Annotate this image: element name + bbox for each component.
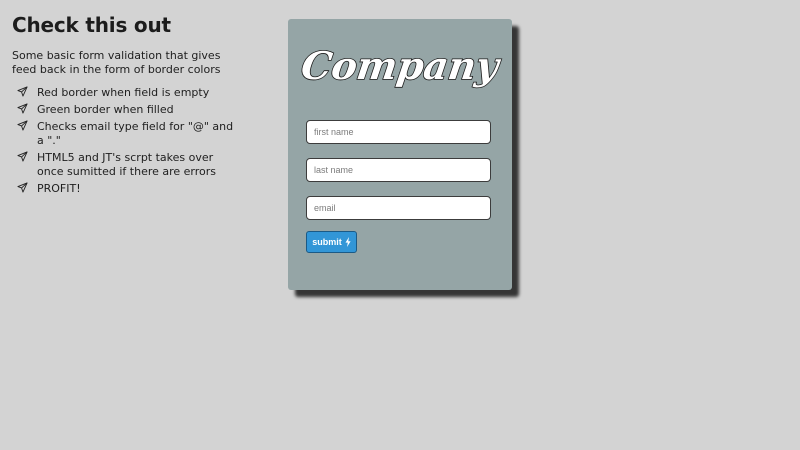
company-logo-text: Company: [298, 44, 504, 89]
paper-plane-icon: [17, 103, 28, 114]
list-item: PROFIT!: [12, 182, 242, 196]
first-name-input[interactable]: [306, 120, 491, 144]
info-panel: Check this out Some basic form validatio…: [12, 13, 252, 199]
page-title: Check this out: [12, 13, 171, 37]
list-item: Green border when filled: [12, 103, 242, 117]
last-name-input[interactable]: [306, 158, 491, 182]
submit-button-label: submit: [312, 237, 342, 247]
list-item-text: Green border when filled: [37, 103, 174, 116]
list-item: HTML5 and JT's scrpt takes over once sum…: [12, 151, 242, 179]
paper-plane-icon: [17, 86, 28, 97]
email-input[interactable]: [306, 196, 491, 220]
list-item-text: PROFIT!: [37, 182, 81, 195]
feature-list: Red border when field is empty Green bor…: [12, 86, 252, 196]
bolt-icon: [345, 237, 351, 247]
company-logo: Company: [288, 35, 512, 95]
list-item-text: HTML5 and JT's scrpt takes over once sum…: [37, 151, 217, 178]
paper-plane-icon: [17, 120, 28, 131]
company-logo-wordmark: Company: [298, 43, 505, 89]
list-item-text: Red border when field is empty: [37, 86, 210, 99]
paper-plane-icon: [17, 151, 28, 162]
paper-plane-icon: [17, 182, 28, 193]
list-item: Red border when field is empty: [12, 86, 242, 100]
list-item: Checks email type field for "@" and a ".…: [12, 120, 242, 148]
list-item-text: Checks email type field for "@" and a ".…: [37, 120, 234, 147]
description-text: Some basic form validation that gives fe…: [12, 49, 221, 76]
signup-form-card: Company submit: [288, 19, 512, 290]
submit-button[interactable]: submit: [306, 231, 357, 253]
